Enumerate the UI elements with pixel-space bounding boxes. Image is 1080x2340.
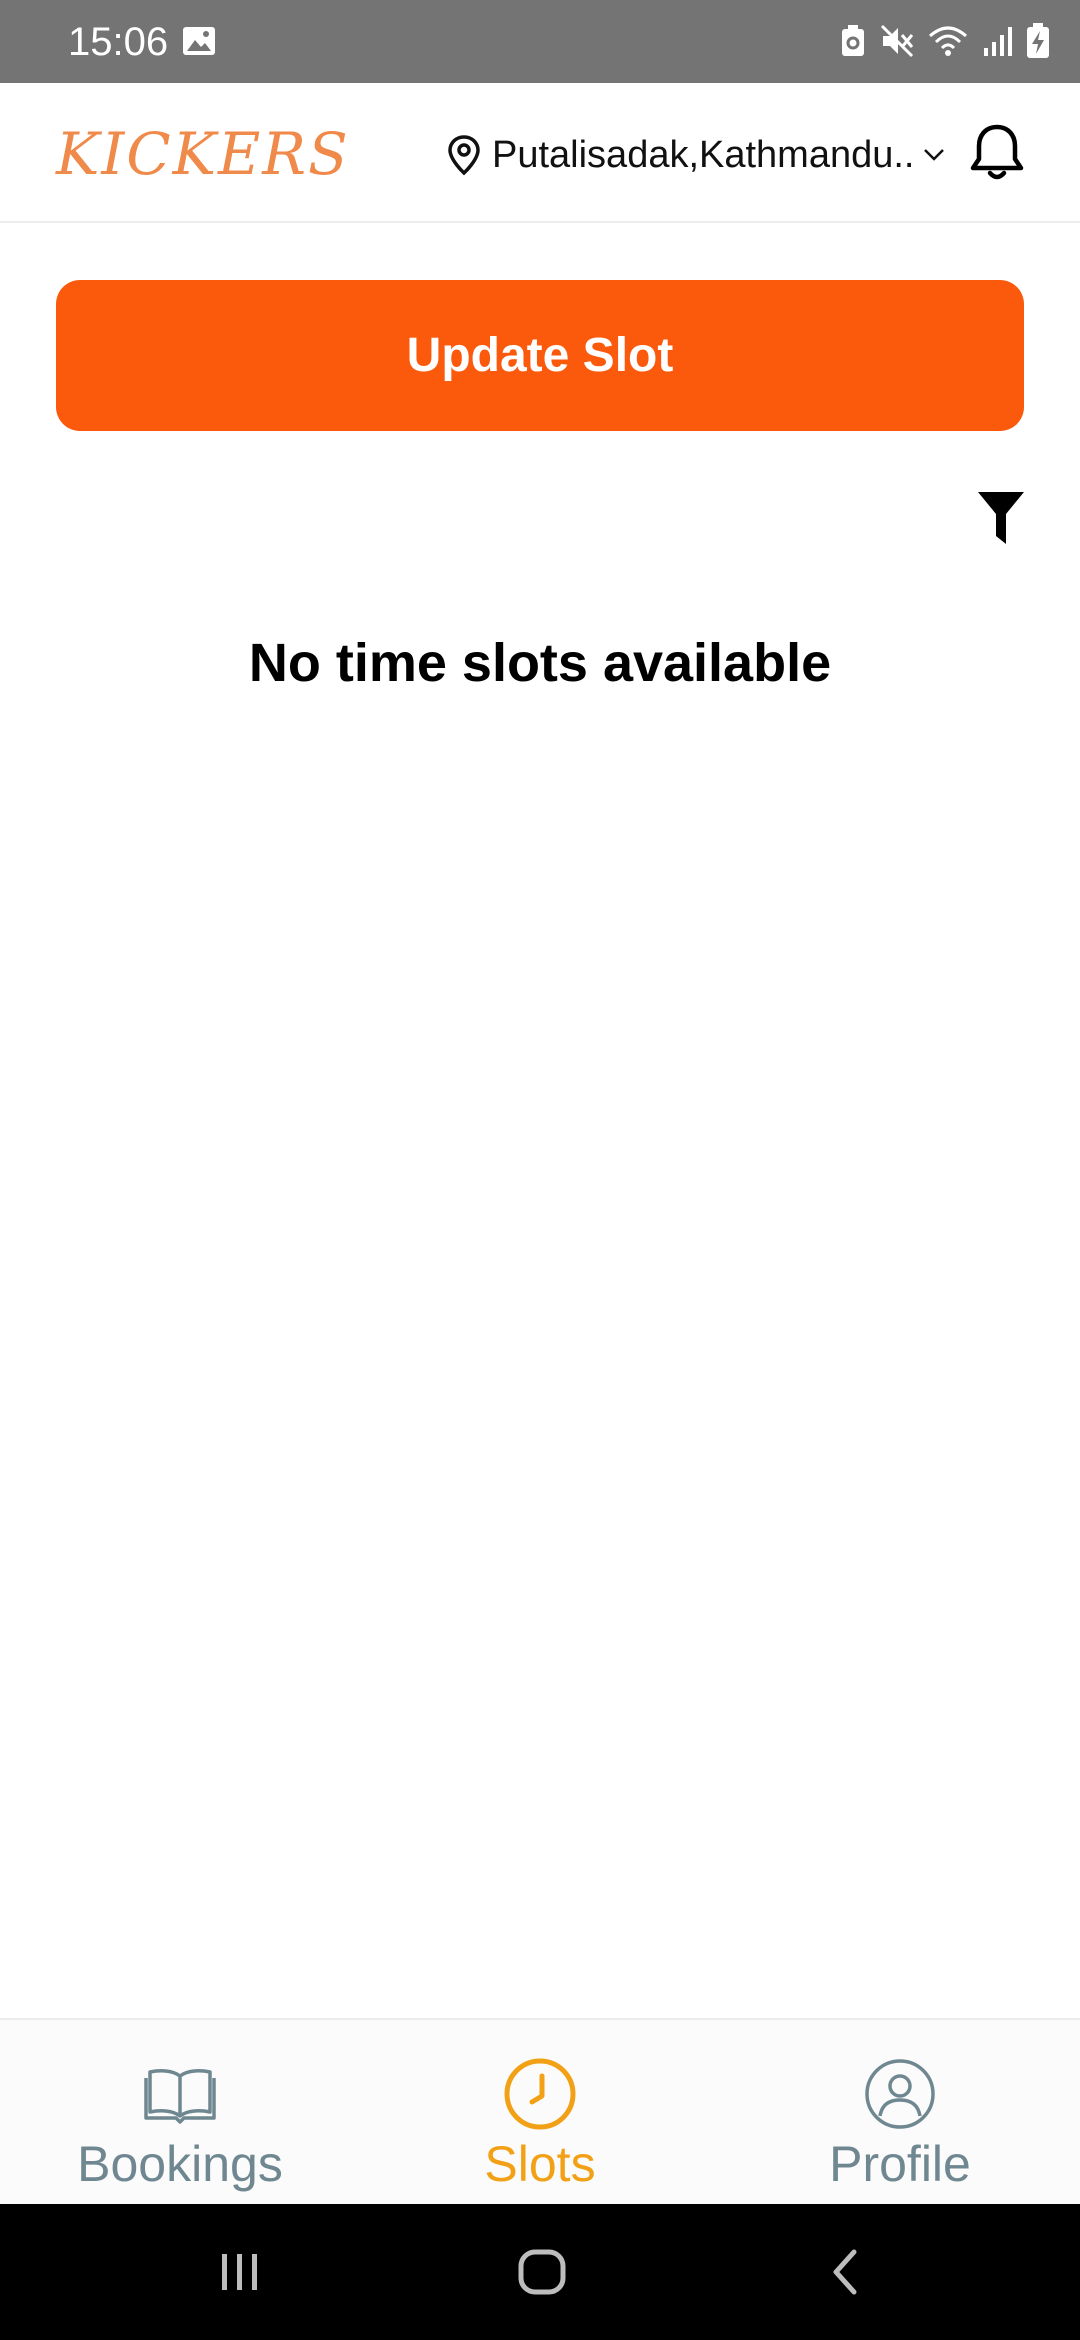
app-header: KICKERS Putalisadak,Kathmandu.. <box>0 83 1080 223</box>
home-icon <box>518 2249 566 2295</box>
profile-icon <box>865 2059 935 2129</box>
nav-item-bookings[interactable]: Bookings <box>0 2020 360 2206</box>
recent-apps-icon <box>222 2254 257 2290</box>
status-icons <box>840 20 1050 62</box>
nav-label-profile: Profile <box>829 2136 971 2192</box>
nav-label-slots: Slots <box>484 2136 596 2192</box>
signal-icon <box>984 27 1012 56</box>
back-icon <box>833 2249 857 2295</box>
battery-charging-icon <box>1027 23 1049 58</box>
filter-icon[interactable] <box>976 490 1026 546</box>
wifi-icon <box>929 26 967 56</box>
back-button[interactable] <box>804 2204 884 2340</box>
location-pin-icon <box>448 135 480 176</box>
location-label: Putalisadak,Kathmandu.. <box>492 133 915 176</box>
update-slot-button[interactable]: Update Slot <box>56 280 1024 431</box>
nav-item-slots[interactable]: Slots <box>360 2020 720 2206</box>
battery-saver-icon <box>842 25 864 56</box>
system-nav-bar <box>0 2204 1080 2340</box>
chevron-down-icon <box>923 149 944 161</box>
clock-icon <box>504 2058 576 2130</box>
status-bar: 15:06 <box>0 0 1080 83</box>
gallery-icon <box>183 27 215 55</box>
book-icon <box>144 2069 216 2124</box>
home-button[interactable] <box>500 2204 584 2340</box>
status-time: 15:06 <box>68 20 169 64</box>
location-selector[interactable]: Putalisadak,Kathmandu.. <box>446 127 945 183</box>
mute-icon <box>880 24 914 58</box>
recent-apps-button[interactable] <box>200 2204 280 2340</box>
bell-icon[interactable] <box>966 121 1028 185</box>
bottom-nav: Bookings Slots Profile <box>0 2018 1080 2204</box>
empty-state-message: No time slots available <box>248 633 832 693</box>
brand-logo: KICKERS <box>56 120 350 188</box>
nav-label-bookings: Bookings <box>77 2136 283 2192</box>
nav-item-profile[interactable]: Profile <box>720 2020 1080 2206</box>
